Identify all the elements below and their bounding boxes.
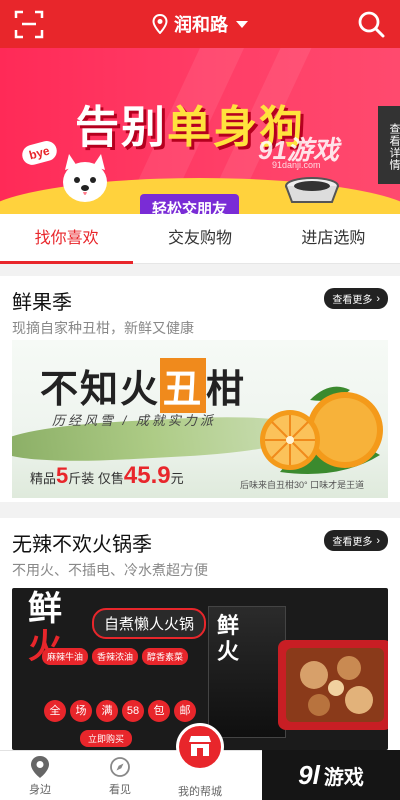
store-icon <box>189 736 211 756</box>
view-details-tab[interactable]: 查看详情 <box>378 106 400 184</box>
badge-dot: 包 <box>148 700 170 722</box>
hotpot-tag: 自煮懒人火锅 <box>92 608 207 639</box>
tab-social-shopping[interactable]: 交友购物 <box>133 214 266 263</box>
scan-icon[interactable] <box>14 9 44 39</box>
orange-illustration <box>260 386 383 474</box>
badge-dot: 58 <box>122 700 144 722</box>
buy-now-button[interactable]: 立即购买 <box>80 730 133 747</box>
fruit-promo-image[interactable]: 不知火丑柑 历经风雪 / 成就实力派 精品5斤装 仅售45.9元 后味来自丑柑3… <box>12 340 388 498</box>
section-subtitle: 不用火、不插电、冷水煮超方便 <box>12 562 208 578</box>
category-tabs: 找你喜欢 交友购物 进店选购 <box>0 214 400 264</box>
flavor-chip: 香辣浓油 <box>92 648 139 665</box>
nav-label: 身边 <box>29 784 51 796</box>
hotpot-bowl-illustration <box>278 640 388 730</box>
app-screen: 润和路 告别单身狗 轻松交朋友 bye 91游戏 91danji.com 查看详… <box>0 0 400 800</box>
section-title: 鲜果季 <box>12 292 72 314</box>
compass-icon <box>110 757 130 777</box>
chevron-right-icon: › <box>376 292 380 305</box>
see-more-button[interactable]: 查看更多 › <box>324 288 388 309</box>
see-more-label: 查看更多 <box>332 537 373 548</box>
flavor-chip: 醇香素菜 <box>142 648 189 665</box>
watermark-url: 91danji.com <box>272 160 321 170</box>
watermark-logo: 9l 游戏 <box>262 750 400 800</box>
location-pin-icon <box>31 756 49 778</box>
fruit-price: 精品5斤装 仅售45.9元 <box>30 462 184 489</box>
section-hotpot: 无辣不欢火锅季 不用火、不插电、冷水煮超方便 查看更多 › 鲜火 自煮懒人火锅 麻… <box>0 518 400 750</box>
chevron-right-icon: › <box>376 534 380 547</box>
free-shipping-badges: 全 场 满 58 包 邮 <box>44 700 196 722</box>
bowl-illustration <box>285 177 339 203</box>
fruit-headline: 不知火丑柑 <box>40 358 246 413</box>
see-more-label: 查看更多 <box>332 295 373 306</box>
promo-banner[interactable]: 告别单身狗 轻松交朋友 bye 91游戏 91danji.com 查看详情 <box>0 48 400 214</box>
chevron-down-icon <box>236 20 248 28</box>
location-label: 润和路 <box>174 15 228 35</box>
fruit-tagline: 历经风雪 / 成就实力派 <box>52 413 216 428</box>
tab-store-shopping[interactable]: 进店选购 <box>267 214 400 263</box>
bye-bubble: bye <box>20 138 59 168</box>
hotpot-flavors: 麻辣牛油 香辣浓油 醇香素菜 <box>42 648 202 665</box>
top-bar: 润和路 <box>0 0 400 48</box>
nav-label: 我的帮城 <box>178 786 222 798</box>
section-subtitle: 现摘自家种丑柑，新鲜又健康 <box>12 320 194 336</box>
location-pin-icon <box>152 14 168 34</box>
nav-nearby[interactable]: 身边 <box>0 751 80 800</box>
see-more-button[interactable]: 查看更多 › <box>324 530 388 551</box>
section-fruit: 鲜果季 现摘自家种丑柑，新鲜又健康 查看更多 › 不知火丑柑 历经风雪 / 成就实… <box>0 276 400 502</box>
badge-dot: 满 <box>96 700 118 722</box>
tab-find-you-like[interactable]: 找你喜欢 <box>0 214 134 264</box>
store-fab[interactable] <box>176 723 224 771</box>
nav-discover[interactable]: 看见 <box>80 751 160 800</box>
nav-my-city[interactable]: 我的帮城 <box>160 723 240 800</box>
flavor-chip: 麻辣牛油 <box>42 648 89 665</box>
section-title: 无辣不欢火锅季 <box>12 534 152 556</box>
badge-dot: 邮 <box>174 700 196 722</box>
banner-subtitle: 轻松交朋友 <box>140 194 240 214</box>
dog-illustration <box>63 154 107 202</box>
badge-dot: 场 <box>70 700 92 722</box>
location-selector[interactable]: 润和路 <box>152 11 248 37</box>
nav-label: 看见 <box>109 784 131 796</box>
search-icon[interactable] <box>356 9 386 39</box>
badge-dot: 全 <box>44 700 66 722</box>
